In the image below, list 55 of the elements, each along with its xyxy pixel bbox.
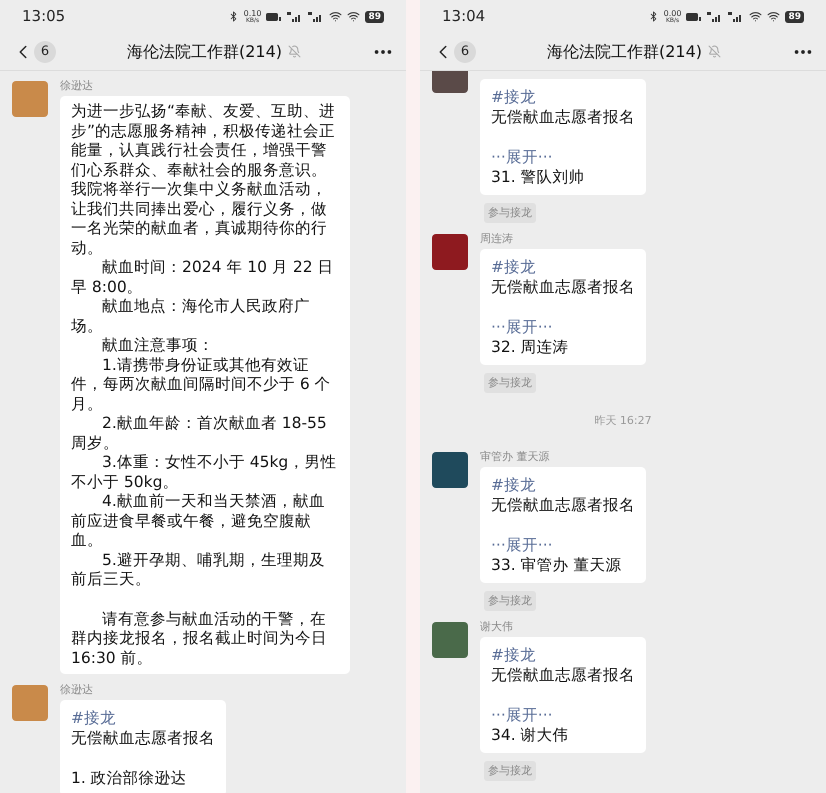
- solitaire-title: 无偿献血志愿者报名: [491, 664, 635, 684]
- sender-name: 谢大伟: [480, 620, 513, 634]
- message-paragraph: 献血注意事项：: [101, 336, 215, 356]
- topic-tag[interactable]: #接龙: [491, 644, 635, 664]
- battery-indicator: 89: [785, 10, 804, 22]
- message-paragraph: 为进一步弘扬“奉献、友爱、互助、进步”的志愿服务精神，积极传递社会正能量，认真践行社会责任，增强干警们心系群众、奉献社会的服务意识。我院将举行一次集中义务献血活动，让我们共同捧出爱心，履行义务，做一名光荣的献血者，真诚期待你的行动。: [71, 102, 336, 258]
- network-speed: 0.10: [244, 10, 262, 16]
- message-paragraph: 4.献血前一天和当天禁酒，献血前应进食早餐或午餐，避免空腹献血。: [71, 492, 326, 550]
- join-solitaire-button[interactable]: 参与接龙: [484, 373, 536, 393]
- solitaire-entry: 1. 政治部徐逊达: [71, 768, 188, 788]
- chat-title: 海伦法院工作群(214): [546, 40, 702, 62]
- solitaire-title: 无偿献血志愿者报名: [71, 728, 215, 748]
- message-paragraph: 献血时间：2024 年 10 月 22 日早 8:00。: [71, 258, 335, 297]
- solitaire-title: 无偿献血志愿者报名: [491, 277, 635, 297]
- battery-indicator: 89: [365, 10, 384, 22]
- status-time: 13:04: [442, 6, 486, 28]
- bluetooth-icon: [228, 11, 239, 22]
- expand-link[interactable]: ···展开···: [491, 147, 635, 167]
- expand-link[interactable]: ···展开···: [491, 704, 635, 724]
- mute-icon: [288, 45, 302, 58]
- sender-name: 徐逊达: [60, 683, 93, 697]
- topic-tag[interactable]: #接龙: [71, 708, 215, 728]
- solitaire-entry: 31. 警队刘帅: [491, 167, 586, 187]
- topic-tag[interactable]: #接龙: [491, 474, 635, 494]
- solitaire-entry: 32. 周连涛: [491, 337, 570, 357]
- solitaire-title: 无偿献血志愿者报名: [491, 494, 635, 514]
- message-paragraph: 献血地点：海伦市人民政府广场。: [71, 297, 311, 336]
- join-solitaire-button[interactable]: 参与接龙: [484, 590, 536, 610]
- expand-link[interactable]: ···展开···: [491, 534, 635, 554]
- message-paragraph: 3.体重：女性不小于 45kg，男性不小于 50kg。: [71, 453, 338, 492]
- unread-badge: 6: [34, 40, 56, 62]
- mute-icon: [708, 45, 722, 58]
- topic-tag[interactable]: #接龙: [491, 87, 635, 107]
- message-paragraph: 2.献血年龄：首次献血者 18-55 周岁。: [71, 414, 328, 453]
- solitaire-title: 无偿献血志愿者报名: [491, 107, 635, 127]
- expand-link[interactable]: ···展开···: [491, 317, 635, 337]
- solitaire-entry: 34. 谢大伟: [491, 724, 570, 744]
- sender-name: 周连涛: [480, 232, 513, 246]
- message-paragraph: 请有意参与献血活动的干警，在群内接龙报名，报名截止时间为今日 16:30 前。: [71, 610, 328, 668]
- status-time: 13:05: [22, 6, 66, 28]
- sender-name: 审管办 董天源: [480, 450, 550, 464]
- avatar-photo[interactable]: [432, 622, 468, 658]
- network-speed: 0.00: [664, 10, 682, 16]
- timestamp: 昨天 16:27: [594, 413, 652, 429]
- solitaire-entry: 33. 审管办 董天源: [491, 554, 623, 574]
- unread-badge: 6: [454, 40, 476, 62]
- message-paragraph: 5.避开孕期、哺乳期，生理期及前后三天。: [71, 550, 326, 590]
- join-solitaire-button[interactable]: 参与接龙: [484, 760, 536, 780]
- join-solitaire-button[interactable]: 参与接龙: [484, 203, 536, 223]
- topic-tag[interactable]: #接龙: [491, 257, 635, 277]
- bluetooth-icon: [648, 11, 659, 22]
- avatar-photo[interactable]: [432, 452, 468, 488]
- sender-name: 徐逊达: [60, 79, 93, 93]
- message-paragraph: 1.请携带身份证或其他有效证件，每两次献血间隔时间不少于 6 个月。: [71, 356, 332, 414]
- chat-title: 海伦法院工作群(214): [126, 40, 282, 62]
